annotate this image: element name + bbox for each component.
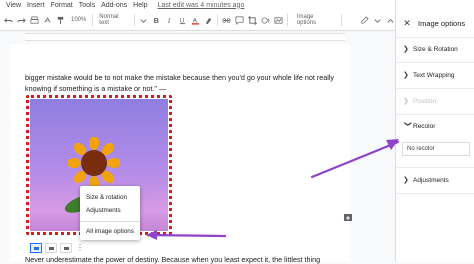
highlight-icon[interactable] [204, 13, 213, 27]
toolbar-divider [286, 14, 288, 26]
body-paragraph[interactable]: bigger mistake would be to not make the … [25, 72, 335, 94]
spellcheck-icon[interactable] [43, 13, 52, 27]
toolbar: 100% Normal text B I U A Image options [0, 10, 395, 31]
ruler[interactable] [0, 31, 395, 41]
panel-divider [396, 193, 474, 194]
panel-header: ✕ Image options [396, 14, 474, 32]
toolbar-divider [92, 14, 94, 26]
image-layout-toolbar: ⋮ [30, 243, 88, 253]
chevron-down-icon: ❯ [404, 121, 411, 127]
style-select[interactable]: Normal text [97, 13, 130, 27]
menu-bar: View Insert Format Tools Add-ons Help La… [0, 0, 395, 10]
chevron-right-icon: ❯ [403, 177, 409, 184]
chevron-right-icon: ❯ [403, 98, 409, 105]
underline-icon[interactable]: U [178, 13, 187, 27]
collapse-toolbar-icon[interactable] [386, 13, 395, 27]
add-comment-icon[interactable] [343, 210, 353, 221]
panel-divider [396, 167, 474, 168]
edit-mode-icon[interactable] [360, 13, 369, 27]
toolbar-divider [341, 14, 343, 26]
menu-item-all-image-options[interactable]: All image options [86, 228, 134, 235]
crop-icon[interactable] [247, 13, 257, 27]
comment-icon[interactable] [235, 13, 244, 27]
section-label: Position [413, 97, 437, 105]
zoom-select[interactable]: 100% [69, 13, 88, 27]
font-select[interactable] [139, 13, 148, 27]
print-icon[interactable] [30, 13, 39, 27]
last-edit-link[interactable]: Last edit was 4 minutes ago [158, 2, 245, 9]
menu-item-size-rotation[interactable]: Size & rotation [86, 194, 127, 201]
reset-image-icon[interactable] [274, 13, 283, 27]
section-text-wrapping[interactable]: ❯ Text Wrapping [396, 68, 474, 82]
document-page[interactable]: bigger mistake would be to not make the … [10, 44, 353, 264]
chevron-right-icon: ❯ [403, 46, 409, 53]
close-icon[interactable]: ✕ [400, 18, 414, 29]
image-options-button[interactable]: Image options [292, 12, 337, 28]
section-label: Adjustments [413, 176, 449, 184]
recolor-select[interactable]: No recolor [402, 142, 470, 156]
bold-icon[interactable]: B [152, 13, 161, 27]
inline-layout-icon[interactable] [30, 243, 42, 253]
panel-divider [396, 37, 474, 38]
menu-help[interactable]: Help [133, 2, 147, 9]
undo-icon[interactable] [4, 13, 13, 27]
panel-divider [396, 114, 474, 115]
menu-format[interactable]: Format [51, 2, 73, 9]
mask-icon[interactable] [261, 13, 270, 27]
link-icon[interactable] [222, 13, 231, 27]
body-paragraph-bottom[interactable]: Never underestimate the power of destiny… [25, 255, 320, 264]
section-position: ❯ Position [396, 94, 474, 108]
section-label: Recolor [413, 122, 436, 130]
toolbar-divider [216, 14, 218, 26]
chevron-down-icon[interactable] [373, 13, 382, 27]
section-recolor[interactable]: ❯ Recolor [396, 119, 474, 133]
section-adjustments[interactable]: ❯ Adjustments [396, 173, 474, 187]
redo-icon[interactable] [17, 13, 26, 27]
chevron-right-icon: ❯ [403, 72, 409, 79]
image-context-menu: Size & rotation Adjustments All image op… [80, 186, 140, 240]
section-size-rotation[interactable]: ❯ Size & Rotation [396, 42, 474, 56]
toolbar-divider [134, 14, 135, 26]
more-options-icon[interactable]: ⋮ [75, 243, 85, 252]
ruler-track [25, 33, 345, 41]
menu-tools[interactable]: Tools [79, 2, 95, 9]
menu-divider [80, 221, 140, 222]
paint-format-icon[interactable] [56, 13, 65, 27]
wrap-text-icon[interactable] [45, 243, 57, 253]
break-text-icon[interactable] [60, 243, 72, 253]
menu-item-adjustments[interactable]: Adjustments [86, 207, 121, 214]
panel-divider [396, 88, 474, 89]
italic-icon[interactable]: I [165, 13, 174, 27]
svg-text:B: B [154, 16, 159, 25]
text-color-icon[interactable]: A [191, 13, 200, 27]
section-label: Text Wrapping [413, 71, 455, 79]
menu-view[interactable]: View [6, 2, 21, 9]
panel-divider [396, 62, 474, 63]
image-options-panel: ✕ Image options ❯ Size & Rotation ❯ Text… [395, 0, 474, 262]
menu-add-ons[interactable]: Add-ons [101, 2, 127, 9]
menu-insert[interactable]: Insert [27, 2, 45, 9]
panel-title: Image options [418, 18, 466, 28]
section-label: Size & Rotation [413, 45, 458, 53]
svg-text:I: I [167, 17, 171, 25]
